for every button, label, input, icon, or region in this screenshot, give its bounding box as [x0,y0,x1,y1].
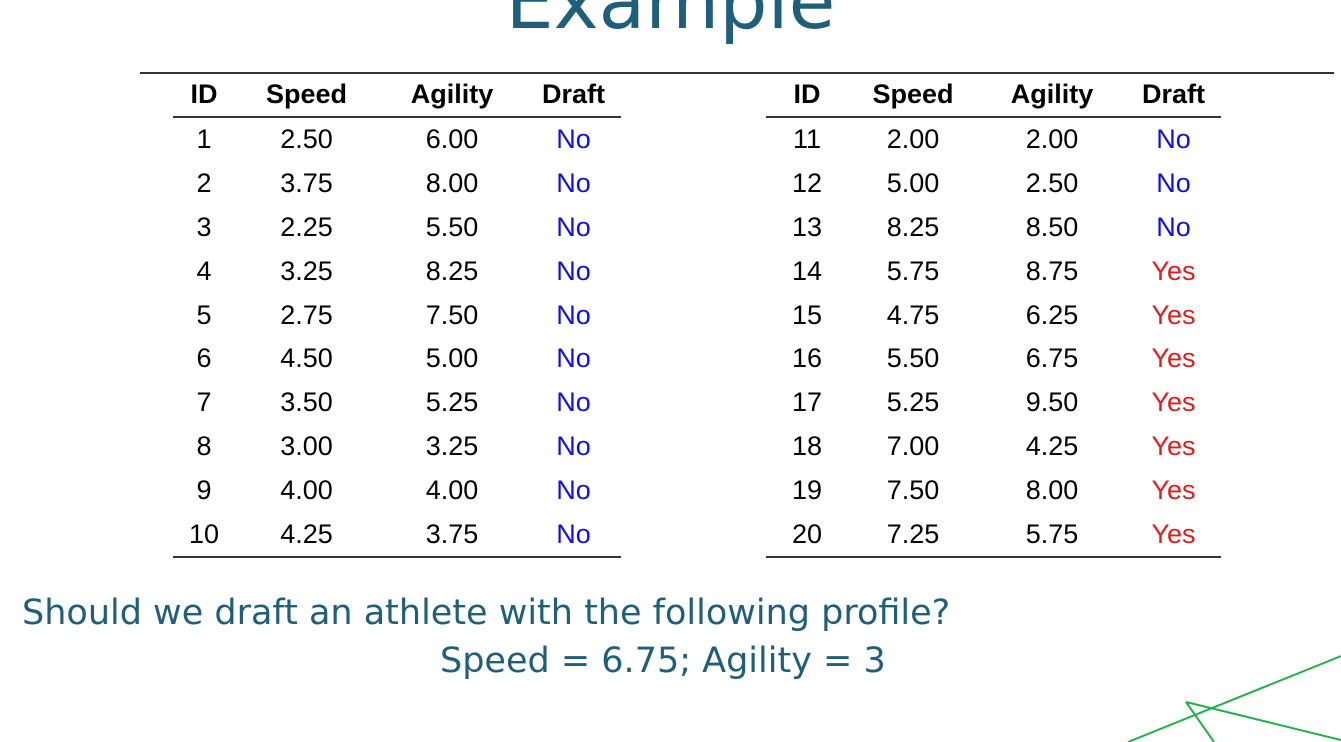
decor-line-top [1127,655,1341,742]
decorative-lines [1127,655,1341,742]
